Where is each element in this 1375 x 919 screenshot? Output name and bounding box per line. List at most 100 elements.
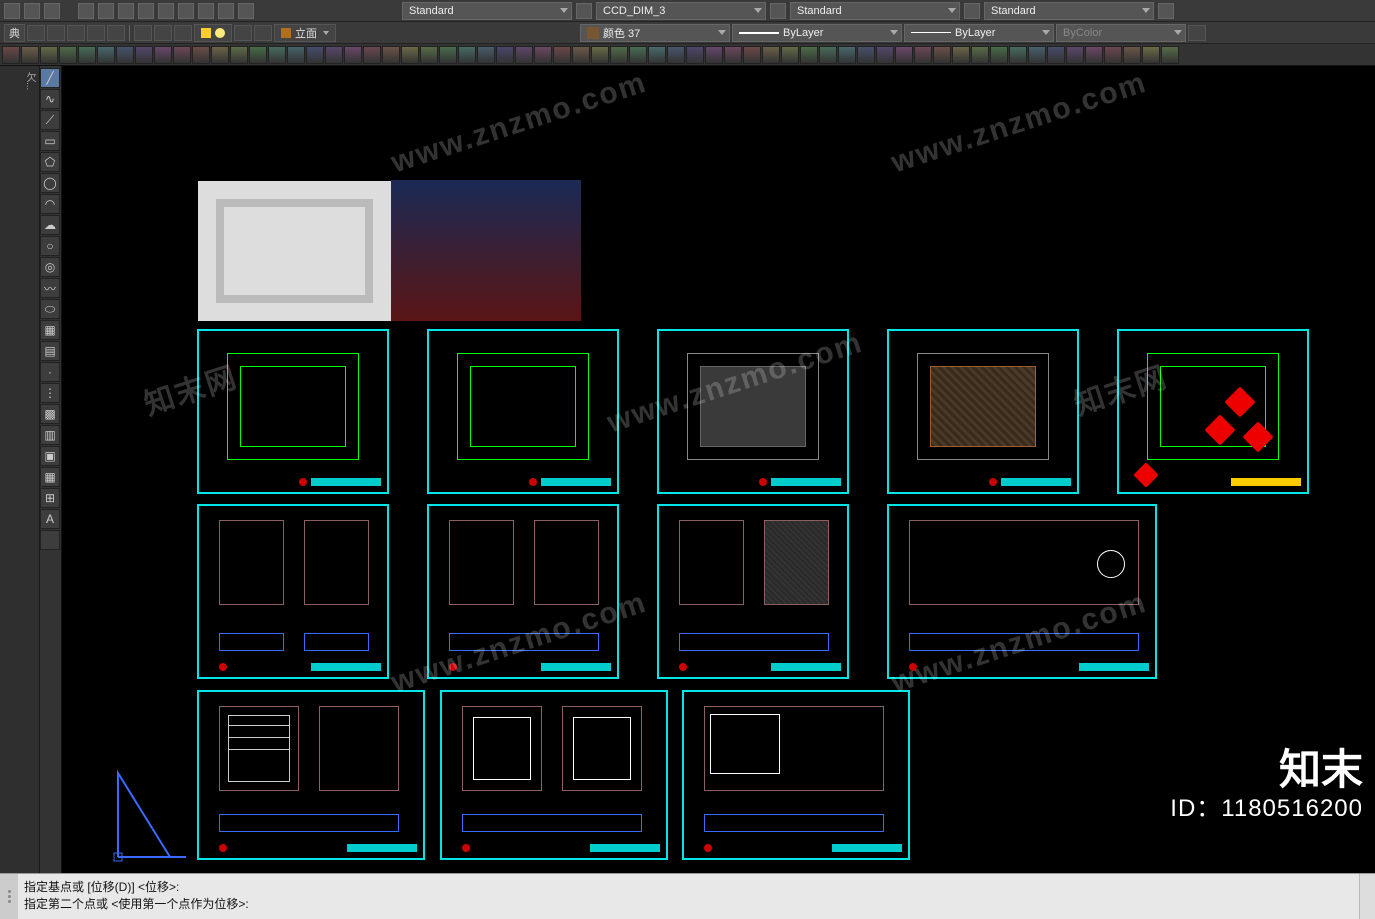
drawing-frame[interactable] xyxy=(197,504,389,679)
toolbar-icon[interactable] xyxy=(576,3,592,19)
donut-tool[interactable]: ◎ xyxy=(40,257,60,277)
toolbar-icon[interactable] xyxy=(98,3,114,19)
sep-tool[interactable] xyxy=(40,530,60,550)
modify-tool-icon[interactable] xyxy=(1009,46,1027,64)
modify-tool-icon[interactable] xyxy=(933,46,951,64)
modify-tool-icon[interactable] xyxy=(2,46,20,64)
modify-tool-icon[interactable] xyxy=(97,46,115,64)
modify-tool-icon[interactable] xyxy=(173,46,191,64)
grid-tool[interactable]: ⊞ xyxy=(40,488,60,508)
modify-tool-icon[interactable] xyxy=(59,46,77,64)
hatch-tool[interactable]: ▩ xyxy=(40,404,60,424)
drawing-frame[interactable] xyxy=(657,504,849,679)
modify-tool-icon[interactable] xyxy=(325,46,343,64)
hatch-bound-tool[interactable]: ▦ xyxy=(40,320,60,340)
modify-tool-icon[interactable] xyxy=(838,46,856,64)
modify-tool-icon[interactable] xyxy=(553,46,571,64)
modify-tool-icon[interactable] xyxy=(496,46,514,64)
lineweight-dropdown[interactable]: ByLayer xyxy=(904,24,1054,42)
polygon-tool[interactable]: ⬠ xyxy=(40,152,60,172)
circle-tool[interactable]: ○ xyxy=(40,236,60,256)
modify-tool-icon[interactable] xyxy=(1066,46,1084,64)
arc-tool[interactable]: ◠ xyxy=(40,194,60,214)
modify-tool-icon[interactable] xyxy=(401,46,419,64)
modify-tool-icon[interactable] xyxy=(249,46,267,64)
modify-tool-icon[interactable] xyxy=(515,46,533,64)
dock-tab[interactable]: 欠... xyxy=(0,66,39,96)
modify-tool-icon[interactable] xyxy=(648,46,666,64)
region-tool[interactable]: ▤ xyxy=(40,341,60,361)
drawing-frame[interactable] xyxy=(1117,329,1309,494)
modify-tool-icon[interactable] xyxy=(1085,46,1103,64)
table-style-dropdown[interactable]: Standard xyxy=(790,2,960,20)
toolbar-icon[interactable] xyxy=(138,3,154,19)
modify-tool-icon[interactable] xyxy=(629,46,647,64)
modify-tool-icon[interactable] xyxy=(667,46,685,64)
divide-tool[interactable]: ⋮ xyxy=(40,383,60,403)
drawing-frame[interactable] xyxy=(887,329,1079,494)
ribbon-icon[interactable] xyxy=(47,25,65,41)
toolbar-icon[interactable] xyxy=(1158,3,1174,19)
modify-tool-icon[interactable] xyxy=(990,46,1008,64)
modify-tool-icon[interactable] xyxy=(1028,46,1046,64)
modify-tool-icon[interactable] xyxy=(572,46,590,64)
modify-tool-icon[interactable] xyxy=(382,46,400,64)
modify-tool-icon[interactable] xyxy=(287,46,305,64)
block-tool[interactable]: ▣ xyxy=(40,446,60,466)
modify-tool-icon[interactable] xyxy=(914,46,932,64)
linetype-dropdown[interactable]: ByLayer xyxy=(732,24,902,42)
modify-tool-icon[interactable] xyxy=(1047,46,1065,64)
revcloud-tool[interactable]: ☁ xyxy=(40,215,60,235)
drawing-frame[interactable] xyxy=(682,690,910,860)
modify-tool-icon[interactable] xyxy=(192,46,210,64)
modify-tool-icon[interactable] xyxy=(439,46,457,64)
ribbon-icon[interactable] xyxy=(254,25,272,41)
modify-tool-icon[interactable] xyxy=(1142,46,1160,64)
toolbar-icon[interactable] xyxy=(178,3,194,19)
point-tool[interactable]: · xyxy=(40,362,60,382)
modify-tool-icon[interactable] xyxy=(154,46,172,64)
ribbon-icon[interactable] xyxy=(27,25,45,41)
rect-tool[interactable]: ▭ xyxy=(40,131,60,151)
gradient-tool[interactable]: ▥ xyxy=(40,425,60,445)
ribbon-icon[interactable] xyxy=(174,25,192,41)
modify-tool-icon[interactable] xyxy=(610,46,628,64)
modify-tool-icon[interactable] xyxy=(458,46,476,64)
text-tool[interactable]: A xyxy=(40,509,60,529)
toolbar-icon[interactable] xyxy=(44,3,60,19)
ellipse-tool[interactable]: ◯ xyxy=(40,173,60,193)
toolbar-icon[interactable] xyxy=(218,3,234,19)
modify-tool-icon[interactable] xyxy=(686,46,704,64)
command-scrollbar[interactable] xyxy=(1359,874,1375,919)
drawing-frame[interactable] xyxy=(197,690,425,860)
modify-tool-icon[interactable] xyxy=(21,46,39,64)
toolbar-icon[interactable] xyxy=(198,3,214,19)
polyline-tool[interactable]: ∿ xyxy=(40,89,60,109)
modify-tool-icon[interactable] xyxy=(705,46,723,64)
modify-tool-icon[interactable] xyxy=(40,46,58,64)
modify-tool-icon[interactable] xyxy=(1123,46,1141,64)
drawing-frame[interactable] xyxy=(427,329,619,494)
modify-tool-icon[interactable] xyxy=(344,46,362,64)
ribbon-icon[interactable] xyxy=(1188,25,1206,41)
modify-tool-icon[interactable] xyxy=(762,46,780,64)
modify-tool-icon[interactable] xyxy=(971,46,989,64)
color-dropdown[interactable]: 颜色 37 xyxy=(580,24,730,42)
toolbar-icon[interactable] xyxy=(78,3,94,19)
line-tool[interactable]: ╱ xyxy=(40,68,60,88)
xline-tool[interactable]: ⟋ xyxy=(40,110,60,130)
dim-style-dropdown[interactable]: CCD_DIM_3 xyxy=(596,2,766,20)
ribbon-icon[interactable] xyxy=(107,25,125,41)
model-canvas[interactable]: www.znzmo.com www.znzmo.com 知末网 www.znzm… xyxy=(62,66,1375,873)
modify-tool-icon[interactable] xyxy=(211,46,229,64)
table-tool[interactable]: ▦ xyxy=(40,467,60,487)
ribbon-icon[interactable] xyxy=(87,25,105,41)
modify-tool-icon[interactable] xyxy=(819,46,837,64)
drawing-frame[interactable] xyxy=(440,690,668,860)
toolbar-icon[interactable] xyxy=(24,3,40,19)
modify-tool-icon[interactable] xyxy=(952,46,970,64)
toolbar-icon[interactable] xyxy=(964,3,980,19)
mleader-style-dropdown[interactable]: Standard xyxy=(984,2,1154,20)
spline-tool[interactable]: 〰 xyxy=(40,278,60,298)
modify-tool-icon[interactable] xyxy=(857,46,875,64)
